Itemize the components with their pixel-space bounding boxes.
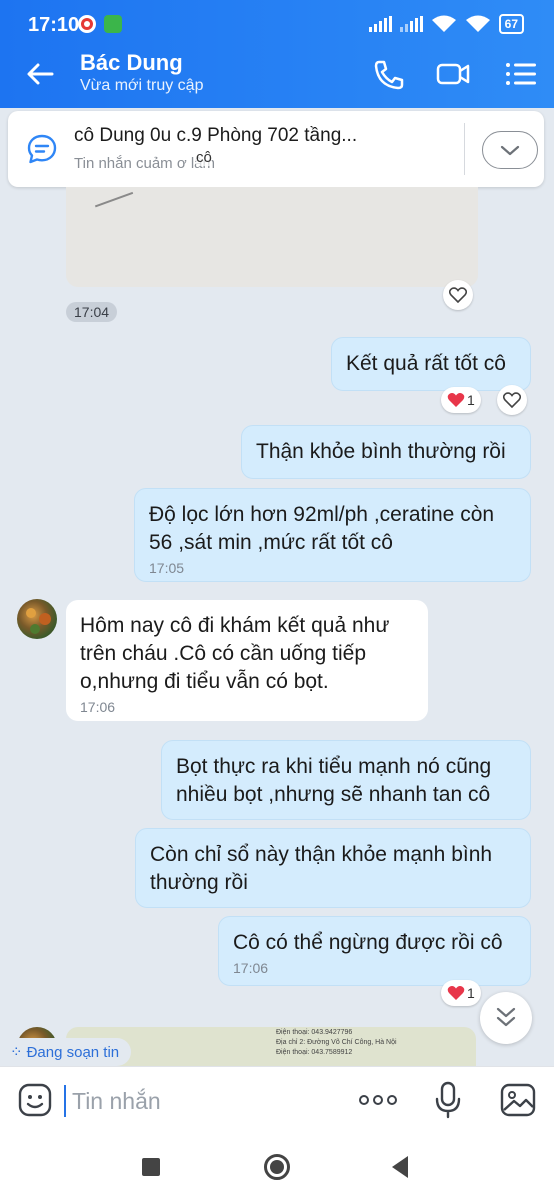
phone-icon[interactable] — [372, 58, 406, 90]
double-chevron-down-icon — [496, 1007, 516, 1027]
reaction-count: 1 — [467, 392, 475, 408]
message-text: Cô có thể ngừng được rồi cô — [233, 931, 503, 954]
message-text-line: 56 ,sát min ,mức rất tốt cô — [149, 531, 393, 554]
battery-icon: 67 — [498, 14, 524, 34]
heart-outline-icon — [449, 287, 467, 303]
app-header: 17:10 67 Bác Dung Vừa mới truy cập — [0, 0, 554, 108]
message-time: 17:05 — [149, 560, 185, 576]
home-button[interactable] — [264, 1154, 290, 1180]
pinned-message[interactable]: cô Dung 0u c.9 Phòng 702 tầng... Tin nhắ… — [8, 111, 544, 187]
wifi-icon-2 — [465, 15, 490, 32]
message-bubble[interactable]: Cô có thể ngừng được rồi cô 17:06 — [218, 916, 531, 986]
message-text-line: o,nhưng đi tiểu vẫn có bọt. — [80, 670, 329, 693]
message-bubble[interactable]: Còn chỉ sổ này thận khỏe mạnh bình thườn… — [135, 828, 531, 908]
image-content — [90, 187, 134, 208]
pinned-divider — [464, 123, 465, 175]
message-text-line: Độ lọc lớn hơn 92ml/ph ,ceratine còn — [149, 503, 495, 526]
image-text: Điện thoại: 043.7589912 — [276, 1049, 353, 1056]
image-text: Điện thoại: 043.9427796 — [276, 1029, 353, 1036]
message-text: Thận khỏe bình thường rồi — [256, 440, 506, 463]
scroll-to-bottom-button[interactable] — [480, 992, 532, 1044]
react-button[interactable] — [497, 385, 527, 415]
back-button[interactable] — [392, 1156, 408, 1178]
message-text-line: trên cháu .Cô có cần uống tiếp — [80, 642, 367, 665]
signal-icon — [368, 16, 392, 32]
signal-icon-2 — [399, 16, 423, 32]
typing-indicator: ⁘ Đang soạn tin — [0, 1038, 132, 1066]
message-text-line: Còn chỉ sổ này thận khỏe mạnh bình — [150, 843, 493, 866]
contact-name[interactable]: Bác Dung — [80, 50, 183, 76]
avatar[interactable] — [17, 599, 57, 639]
message-input[interactable]: Tin nhắn — [64, 1085, 334, 1117]
app-notification-icon — [104, 15, 122, 33]
react-button[interactable] — [443, 280, 473, 310]
expand-pinned-button[interactable] — [482, 131, 538, 169]
typing-text: Đang soạn tin — [26, 1043, 120, 1061]
wifi-icon — [431, 15, 456, 32]
image-text: Địa chỉ 2: Đường Võ Chí Công, Hà Nội — [276, 1039, 397, 1046]
pinned-overlay-text: cô — [196, 149, 212, 166]
message-text-line: Bọt thực ra khi tiểu mạnh nó cũng — [176, 755, 492, 778]
message-time: 17:06 — [80, 699, 116, 715]
message-bubble[interactable]: Bọt thực ra khi tiểu mạnh nó cũng nhiều … — [161, 740, 531, 820]
status-right: 67 — [368, 14, 524, 34]
message-text-line: Hôm nay cô đi khám kết quả như — [80, 614, 390, 637]
video-icon[interactable] — [436, 58, 470, 90]
message-bubble[interactable]: Độ lọc lớn hơn 92ml/ph ,ceratine còn 56 … — [134, 488, 531, 582]
message-text-line: thường rồi — [150, 871, 248, 894]
image-message[interactable] — [66, 187, 478, 287]
back-arrow-icon[interactable] — [24, 58, 56, 90]
image-gallery-icon[interactable] — [500, 1083, 536, 1117]
message-text-line: nhiều bọt ,nhưng sẽ nhanh tan cô — [176, 783, 491, 806]
system-nav-bar — [0, 1134, 554, 1200]
list-menu-icon[interactable] — [504, 58, 538, 90]
pinned-text: cô Dung 0u c.9 Phòng 702 tầng... — [74, 125, 358, 146]
microphone-icon[interactable] — [434, 1081, 462, 1119]
message-bubble[interactable]: Hôm nay cô đi khám kết quả như trên cháu… — [66, 600, 428, 721]
notification-icon — [78, 15, 96, 33]
reaction-badge[interactable]: 1 — [441, 980, 481, 1006]
presence-status: Vừa mới truy cập — [80, 77, 204, 94]
status-bar: 17:10 67 — [0, 0, 554, 48]
message-time: 17:06 — [233, 960, 269, 976]
message-bubble[interactable]: Kết quả rất tốt cô — [331, 337, 531, 391]
message-text: Kết quả rất tốt cô — [346, 352, 506, 375]
message-time: 17:04 — [66, 302, 118, 322]
more-options-icon[interactable] — [356, 1087, 400, 1113]
message-bubble[interactable]: Thận khỏe bình thường rồi — [241, 425, 531, 479]
pinned-subtext: Tin nhắn cuảm ơ lâm — [74, 155, 216, 172]
sticker-icon[interactable] — [18, 1083, 52, 1117]
heart-outline-icon — [503, 392, 521, 408]
chevron-down-icon — [500, 145, 519, 155]
chat-bubble-icon — [27, 134, 57, 164]
recent-apps-button[interactable] — [142, 1158, 160, 1176]
heart-icon — [447, 393, 465, 407]
reaction-badge[interactable]: 1 — [441, 387, 481, 413]
typing-dots-icon: ⁘ — [10, 1044, 23, 1061]
reaction-count: 1 — [467, 985, 475, 1001]
status-time: 17:10 — [28, 14, 80, 36]
composer-bar: Tin nhắn — [0, 1066, 554, 1134]
heart-icon — [447, 986, 465, 1000]
